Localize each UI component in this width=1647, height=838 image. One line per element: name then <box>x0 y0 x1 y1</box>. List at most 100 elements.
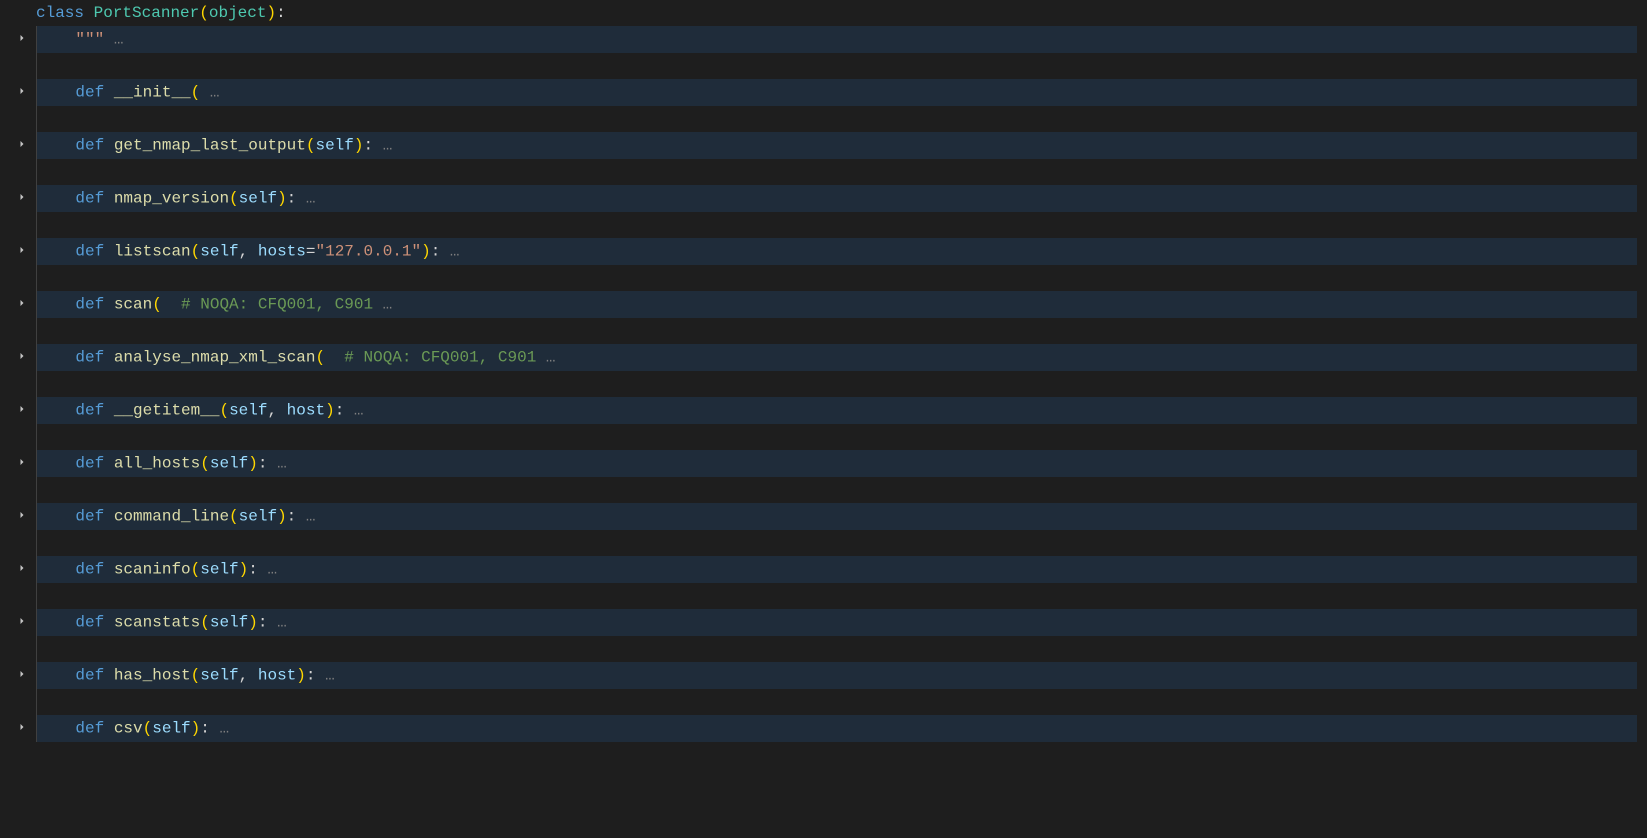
fold-arrow-icon[interactable] <box>16 716 28 742</box>
code-content[interactable] <box>36 424 1637 451</box>
fold-arrow-icon[interactable] <box>16 663 28 689</box>
code-line[interactable]: def scanstats(self): … <box>8 610 1647 637</box>
token-punct: : <box>287 190 297 208</box>
indent-whitespace <box>37 481 75 499</box>
fold-arrow-icon[interactable] <box>16 186 28 212</box>
code-line[interactable]: def get_nmap_last_output(self): … <box>8 133 1647 160</box>
code-content[interactable] <box>36 689 1637 716</box>
code-content[interactable]: def has_host(self, host): … <box>36 662 1637 689</box>
code-content[interactable] <box>36 106 1637 133</box>
token-kw: def <box>75 614 104 632</box>
code-line[interactable]: def has_host(self, host): … <box>8 663 1647 690</box>
code-line[interactable] <box>8 53 1647 80</box>
fold-arrow-icon[interactable] <box>16 239 28 265</box>
code-line[interactable] <box>8 212 1647 239</box>
token-fn: nmap_version <box>114 190 229 208</box>
code-content[interactable] <box>36 583 1637 610</box>
fold-arrow-icon[interactable] <box>16 557 28 583</box>
gutter <box>8 80 36 106</box>
code-line[interactable] <box>8 318 1647 345</box>
code-content[interactable]: class PortScanner(object): <box>36 0 1637 26</box>
token-bracket-y: ) <box>421 243 431 261</box>
code-content[interactable] <box>36 530 1637 557</box>
code-line[interactable] <box>8 371 1647 398</box>
code-content[interactable] <box>36 265 1637 292</box>
token-fn: has_host <box>114 667 191 685</box>
code-content[interactable] <box>36 318 1637 345</box>
code-content[interactable]: def nmap_version(self): … <box>36 185 1637 212</box>
code-content[interactable]: """ … <box>36 26 1637 53</box>
token-fn: all_hosts <box>114 455 200 473</box>
indent-whitespace <box>37 640 75 658</box>
code-content[interactable] <box>36 477 1637 504</box>
code-line[interactable]: def command_line(self): … <box>8 504 1647 531</box>
code-line[interactable] <box>8 530 1647 557</box>
fold-arrow-icon[interactable] <box>16 345 28 371</box>
code-content[interactable]: def get_nmap_last_output(self): … <box>36 132 1637 159</box>
fold-arrow-icon[interactable] <box>16 133 28 159</box>
code-line[interactable] <box>8 477 1647 504</box>
indent-whitespace <box>37 428 75 446</box>
code-line[interactable]: def analyse_nmap_xml_scan( # NOQA: CFQ00… <box>8 345 1647 372</box>
code-content[interactable]: def all_hosts(self): … <box>36 450 1637 477</box>
token-punct: : <box>248 561 258 579</box>
fold-arrow-icon[interactable] <box>16 504 28 530</box>
code-content[interactable]: def __getitem__(self, host): … <box>36 397 1637 424</box>
token-bracket-y: ) <box>239 561 249 579</box>
token-bracket-y: ) <box>191 720 201 738</box>
code-content[interactable]: def scanstats(self): … <box>36 609 1637 636</box>
code-line[interactable]: def csv(self): … <box>8 716 1647 743</box>
token-punct <box>104 720 114 738</box>
code-content[interactable] <box>36 159 1637 186</box>
code-content[interactable] <box>36 212 1637 239</box>
code-line[interactable] <box>8 265 1647 292</box>
code-content[interactable]: def listscan(self, hosts="127.0.0.1"): … <box>36 238 1637 265</box>
code-line[interactable] <box>8 636 1647 663</box>
indent-whitespace <box>37 84 75 102</box>
code-line[interactable] <box>8 689 1647 716</box>
code-line[interactable] <box>8 159 1647 186</box>
token-kw: def <box>75 561 104 579</box>
token-punct <box>104 508 114 526</box>
fold-arrow-icon[interactable] <box>16 27 28 53</box>
code-line[interactable]: """ … <box>8 27 1647 54</box>
fold-arrow-icon[interactable] <box>16 451 28 477</box>
indent-whitespace <box>37 110 75 128</box>
code-content[interactable]: def command_line(self): … <box>36 503 1637 530</box>
code-content[interactable]: def __init__( … <box>36 79 1637 106</box>
code-line[interactable]: def __getitem__(self, host): … <box>8 398 1647 425</box>
code-content[interactable]: def scaninfo(self): … <box>36 556 1637 583</box>
code-content[interactable] <box>36 53 1637 80</box>
code-line[interactable] <box>8 583 1647 610</box>
token-param: self <box>315 137 353 155</box>
code-content[interactable]: def scan( # NOQA: CFQ001, C901 … <box>36 291 1637 318</box>
indent-whitespace <box>37 534 75 552</box>
token-bracket-y: ( <box>229 508 239 526</box>
token-fold-dots: … <box>200 84 219 102</box>
token-punct: , <box>239 243 258 261</box>
code-editor[interactable]: class PortScanner(object): """ … def __i… <box>0 0 1647 742</box>
gutter <box>8 610 36 636</box>
code-content[interactable]: def analyse_nmap_xml_scan( # NOQA: CFQ00… <box>36 344 1637 371</box>
token-param: host <box>287 402 325 420</box>
fold-arrow-icon[interactable] <box>16 292 28 318</box>
code-line[interactable]: def scaninfo(self): … <box>8 557 1647 584</box>
token-fold-dots: … <box>440 243 459 261</box>
code-line[interactable]: def listscan(self, hosts="127.0.0.1"): … <box>8 239 1647 266</box>
code-content[interactable] <box>36 371 1637 398</box>
fold-arrow-icon[interactable] <box>16 398 28 424</box>
token-cls: PortScanner <box>94 4 200 22</box>
fold-arrow-icon[interactable] <box>16 80 28 106</box>
code-line[interactable]: def scan( # NOQA: CFQ001, C901 … <box>8 292 1647 319</box>
code-line[interactable] <box>8 106 1647 133</box>
code-content[interactable]: def csv(self): … <box>36 715 1637 742</box>
code-content[interactable] <box>36 636 1637 663</box>
fold-arrow-icon[interactable] <box>16 610 28 636</box>
code-line[interactable]: def __init__( … <box>8 80 1647 107</box>
code-line[interactable]: def nmap_version(self): … <box>8 186 1647 213</box>
code-line[interactable]: class PortScanner(object): <box>8 0 1647 27</box>
token-kw: def <box>75 296 104 314</box>
code-line[interactable]: def all_hosts(self): … <box>8 451 1647 478</box>
token-bracket-y: ( <box>200 455 210 473</box>
code-line[interactable] <box>8 424 1647 451</box>
